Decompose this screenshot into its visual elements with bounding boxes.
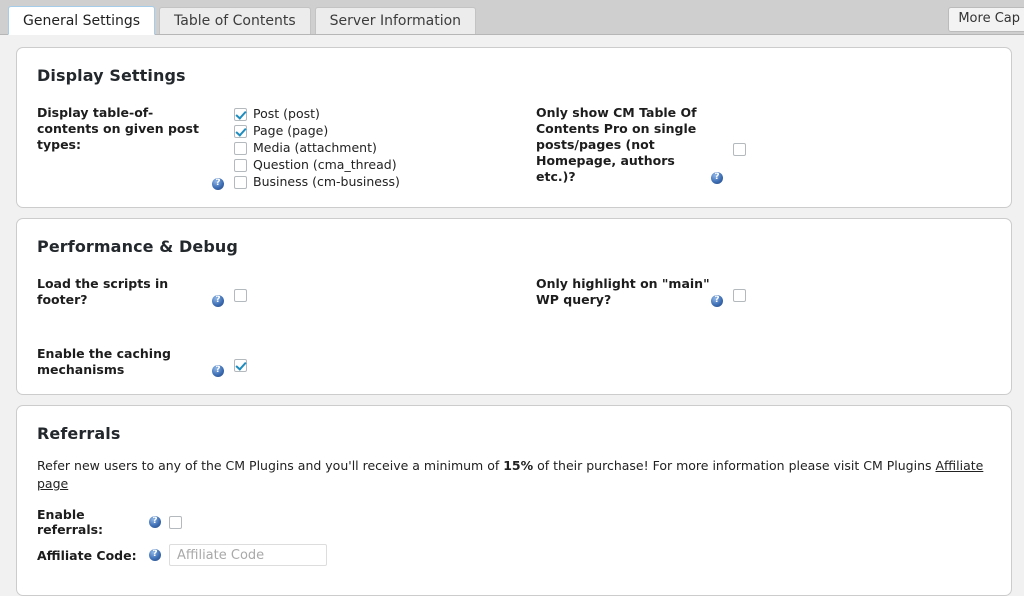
- checkbox-business[interactable]: [234, 176, 247, 189]
- post-types-label: Display table-of-contents on given post …: [37, 105, 212, 153]
- checkbox-main-wp-query[interactable]: [733, 289, 746, 302]
- tab-label: General Settings: [23, 13, 140, 29]
- affiliate-code-input[interactable]: [169, 544, 327, 566]
- field-load-scripts-footer: Load the scripts in footer?: [37, 276, 514, 308]
- checkbox-single-posts-only[interactable]: [733, 143, 746, 156]
- checkbox-row-post: Post (post): [234, 106, 514, 122]
- panel-performance-debug: Performance & Debug Load the scripts in …: [16, 218, 1012, 395]
- panel-referrals: Referrals Refer new users to any of the …: [16, 405, 1012, 596]
- performance-debug-right-column: Only highlight on "main" WP query?: [514, 276, 991, 378]
- field-enable-caching: Enable the caching mechanisms: [37, 346, 514, 378]
- checkbox-row-question: Question (cma_thread): [234, 157, 514, 173]
- more-capabilities-label: More Cap: [958, 11, 1020, 26]
- referrals-title: Referrals: [37, 424, 991, 443]
- help-icon[interactable]: [711, 295, 723, 307]
- field-single-posts-only: Only show CM Table Of Contents Pro on si…: [536, 105, 991, 185]
- display-settings-right-column: Only show CM Table Of Contents Pro on si…: [514, 105, 991, 191]
- performance-debug-left-column: Load the scripts in footer? Enable the c…: [37, 276, 514, 378]
- checkbox-row-page: Page (page): [234, 123, 514, 139]
- panel-display-settings: Display Settings Display table-of-conten…: [16, 47, 1012, 208]
- help-icon[interactable]: [149, 549, 161, 561]
- affiliate-code-label: Affiliate Code:: [37, 548, 149, 563]
- main-wp-query-help-wrap: [711, 276, 733, 308]
- help-icon[interactable]: [212, 295, 224, 307]
- tab-bar-right-area: More Cap: [942, 7, 1024, 34]
- enable-caching-label: Enable the caching mechanisms: [37, 346, 212, 378]
- help-icon[interactable]: [711, 172, 723, 184]
- tab-label: Server Information: [330, 13, 461, 29]
- checkbox-enable-referrals[interactable]: [169, 516, 182, 529]
- enable-caching-control: [234, 346, 514, 374]
- display-settings-title: Display Settings: [37, 66, 991, 85]
- referrals-percent: 15%: [503, 458, 533, 473]
- checkbox-label-question: Question (cma_thread): [253, 157, 397, 173]
- referrals-description-part1: Refer new users to any of the CM Plugins…: [37, 458, 503, 473]
- checkbox-row-business: Business (cm-business): [234, 174, 514, 190]
- row-enable-referrals: Enable referrals:: [37, 507, 991, 537]
- main-wp-query-label: Only highlight on "main" WP query?: [536, 276, 711, 308]
- tab-table-of-contents[interactable]: Table of Contents: [159, 7, 311, 34]
- display-settings-left-column: Display table-of-contents on given post …: [37, 105, 514, 191]
- row-affiliate-code: Affiliate Code:: [37, 544, 991, 566]
- referrals-description-part2: of their purchase! For more information …: [533, 458, 935, 473]
- checkbox-load-scripts-footer[interactable]: [234, 289, 247, 302]
- checkbox-question[interactable]: [234, 159, 247, 172]
- field-main-wp-query: Only highlight on "main" WP query?: [536, 276, 991, 308]
- single-posts-only-control: [733, 105, 991, 158]
- help-icon[interactable]: [149, 516, 161, 528]
- load-scripts-footer-control: [234, 276, 514, 304]
- post-types-checkbox-list: Post (post) Page (page) Media (attachmen…: [234, 105, 514, 191]
- tab-bar: General Settings Table of Contents Serve…: [0, 0, 1024, 35]
- checkbox-post[interactable]: [234, 108, 247, 121]
- load-scripts-footer-label: Load the scripts in footer?: [37, 276, 212, 308]
- tab-label: Table of Contents: [174, 13, 296, 29]
- checkbox-media[interactable]: [234, 142, 247, 155]
- enable-caching-help-wrap: [212, 346, 234, 378]
- checkbox-page[interactable]: [234, 125, 247, 138]
- checkbox-label-business: Business (cm-business): [253, 174, 400, 190]
- single-posts-only-label: Only show CM Table Of Contents Pro on si…: [536, 105, 711, 185]
- post-types-help-wrap: [212, 105, 234, 191]
- help-icon[interactable]: [212, 178, 224, 190]
- display-settings-columns: Display table-of-contents on given post …: [37, 105, 991, 191]
- help-icon[interactable]: [212, 365, 224, 377]
- main-wp-query-control: [733, 276, 991, 304]
- tab-server-information[interactable]: Server Information: [315, 7, 476, 34]
- single-posts-only-help-wrap: [711, 105, 733, 185]
- tab-general-settings[interactable]: General Settings: [8, 6, 155, 35]
- performance-debug-title: Performance & Debug: [37, 237, 991, 256]
- checkbox-label-page: Page (page): [253, 123, 328, 139]
- checkbox-row-media: Media (attachment): [234, 140, 514, 156]
- checkbox-label-post: Post (post): [253, 106, 320, 122]
- checkbox-label-media: Media (attachment): [253, 140, 377, 156]
- enable-referrals-help-wrap: [149, 516, 169, 528]
- load-scripts-footer-help-wrap: [212, 276, 234, 308]
- settings-content: Display Settings Display table-of-conten…: [0, 35, 1024, 596]
- checkbox-enable-caching[interactable]: [234, 359, 247, 372]
- referrals-description: Refer new users to any of the CM Plugins…: [37, 457, 991, 493]
- more-capabilities-button[interactable]: More Cap: [948, 7, 1024, 32]
- enable-referrals-label: Enable referrals:: [37, 507, 149, 537]
- field-post-types: Display table-of-contents on given post …: [37, 105, 514, 191]
- affiliate-code-help-wrap: [149, 549, 169, 561]
- performance-debug-columns: Load the scripts in footer? Enable the c…: [37, 276, 991, 378]
